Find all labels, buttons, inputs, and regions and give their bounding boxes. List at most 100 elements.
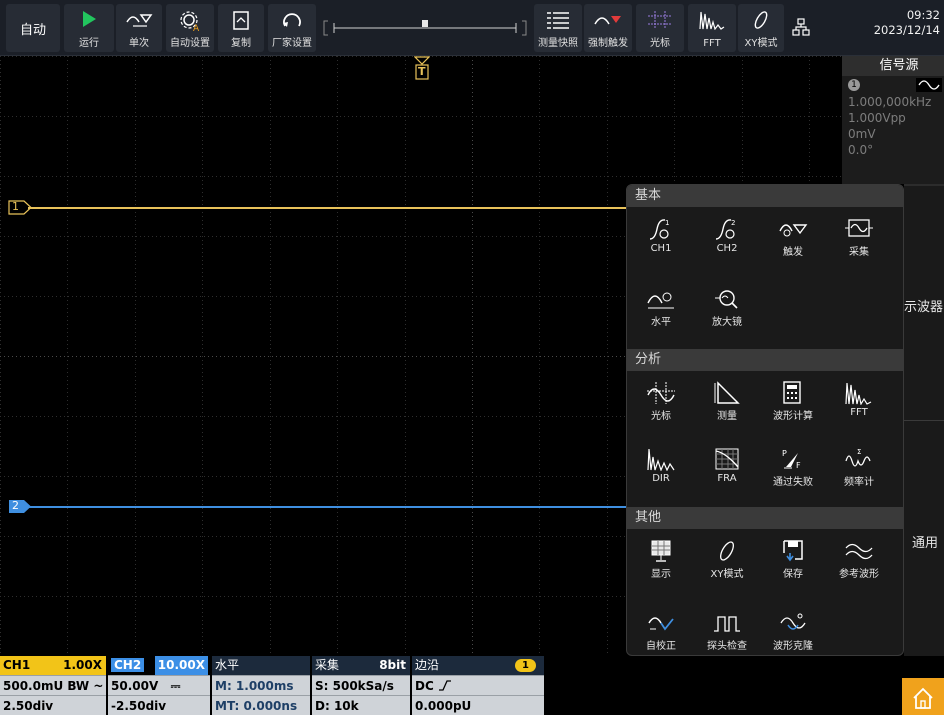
copy-label: 复制 bbox=[231, 38, 251, 49]
menu-label-save: 保存 bbox=[783, 569, 803, 580]
ch2-name: CH2 bbox=[111, 658, 145, 672]
acquire-status[interactable]: 采集 8bit S: 500kSa/s D: 10k bbox=[312, 656, 410, 715]
menu-item-xy[interactable]: XY模式 bbox=[697, 533, 757, 589]
menu-label-horizontal: 水平 bbox=[651, 317, 671, 328]
play-icon bbox=[83, 11, 96, 27]
menu-item-zoom[interactable]: 放大镜 bbox=[697, 281, 757, 337]
menu-item-probe-check[interactable]: 探头检查 bbox=[697, 605, 757, 655]
ch2-scale-row: 50.00V ⎓ bbox=[108, 675, 210, 695]
trigger-marker-label: T bbox=[418, 65, 426, 78]
signal-source-title: 信号源 bbox=[842, 56, 944, 76]
signal-source-panel[interactable]: 信号源 1 1.000,000kHz 1.000Vpp 0mV 0.0° bbox=[842, 56, 944, 184]
measure-icon bbox=[714, 381, 740, 404]
ch2-coupling: ⎓ bbox=[170, 679, 181, 693]
cursor-button[interactable]: 光标 bbox=[636, 4, 684, 52]
menu-item-save[interactable]: 保存 bbox=[763, 533, 823, 589]
svg-text:1: 1 bbox=[665, 219, 669, 227]
side-tab-bar: 示波器 通用 bbox=[904, 184, 944, 668]
menu-item-reference[interactable]: 参考波形 bbox=[829, 533, 889, 589]
acquire-depth: D: 10k bbox=[312, 695, 410, 715]
trigger-coupling-row: DC bbox=[412, 675, 544, 695]
xy-mode-label: XY模式 bbox=[744, 38, 778, 49]
auto-setup-button[interactable]: A 自动设置 bbox=[166, 4, 214, 52]
home-icon bbox=[913, 687, 933, 709]
time-position-bar[interactable] bbox=[322, 18, 528, 38]
menu-item-measure[interactable]: 测量 bbox=[697, 375, 757, 431]
menu-item-fra[interactable]: FRA bbox=[697, 441, 757, 497]
menu-label-reference: 参考波形 bbox=[839, 569, 879, 580]
menu-item-self-cal[interactable]: 自校正 bbox=[631, 605, 691, 655]
acquire-bits: 8bit bbox=[379, 658, 406, 672]
ch1-position: 2.50div bbox=[0, 695, 106, 715]
horizontal-icon bbox=[647, 292, 674, 309]
save-icon bbox=[783, 540, 803, 562]
menu-item-ch1[interactable]: 1 CH1 bbox=[631, 211, 691, 267]
ch1-status[interactable]: CH1 1.00X 500.0mU BW ~ 2.50div bbox=[0, 656, 106, 715]
single-label: 单次 bbox=[129, 38, 149, 49]
ch2-scale: 50.00V bbox=[111, 679, 159, 693]
fft-icon bbox=[699, 11, 725, 30]
menu-item-display[interactable]: 显示 bbox=[631, 533, 691, 589]
menu-item-fft[interactable]: FFT bbox=[829, 375, 889, 431]
single-trigger-icon bbox=[126, 14, 153, 27]
ch2-offset-marker[interactable]: 2 bbox=[8, 499, 32, 514]
horizontal-trig-time: MT: 0.000ns bbox=[212, 695, 310, 715]
ch1-icon: 1 bbox=[649, 219, 669, 240]
single-button[interactable]: 单次 bbox=[116, 4, 162, 52]
run-button[interactable]: 运行 bbox=[64, 4, 114, 52]
menu-item-trigger[interactable]: 触发 bbox=[763, 211, 823, 267]
horizontal-main: M: 1.000ms bbox=[212, 675, 310, 695]
zoom-icon bbox=[715, 290, 738, 309]
fft-button[interactable]: FFT bbox=[688, 4, 736, 52]
menu-label-self-cal: 自校正 bbox=[646, 641, 676, 652]
fft-label: FFT bbox=[703, 38, 721, 49]
menu-label-ch2: CH2 bbox=[716, 243, 738, 254]
copy-button[interactable]: 复制 bbox=[218, 4, 264, 52]
ch2-probe: 10.00X bbox=[154, 656, 208, 675]
menu-label-acquire: 采集 bbox=[849, 247, 869, 258]
menu-label-frequency-counter: 频率计 bbox=[844, 477, 874, 488]
menu-item-frequency-counter[interactable]: Σ 频率计 bbox=[829, 441, 889, 497]
side-tab-oscilloscope[interactable]: 示波器 bbox=[904, 296, 944, 315]
side-tab-general[interactable]: 通用 bbox=[912, 532, 944, 551]
xy-icon bbox=[754, 11, 768, 29]
menu-item-acquire[interactable]: 采集 bbox=[829, 211, 889, 267]
signal-source-phase: 0.0° bbox=[848, 143, 874, 157]
menu-item-pass-fail[interactable]: PF 通过失败 bbox=[763, 441, 823, 497]
menu-item-ch2[interactable]: 2 CH2 bbox=[697, 211, 757, 267]
signal-source-frequency: 1.000,000kHz bbox=[848, 95, 932, 109]
status-bar: CH1 1.00X 500.0mU BW ~ 2.50div CH2 10.00… bbox=[0, 656, 944, 715]
ch1-scale: 500.0mU bbox=[3, 679, 64, 693]
menu-item-wave-clone[interactable]: 波形克隆 bbox=[763, 605, 823, 655]
menu-item-math[interactable]: 波形计算 bbox=[763, 375, 823, 431]
force-trigger-button[interactable]: 强制触发 bbox=[584, 4, 632, 52]
menu-section-basic: 基本 bbox=[627, 185, 903, 207]
ch2-icon: 2 bbox=[715, 219, 735, 240]
menu-label-pass-fail: 通过失败 bbox=[773, 477, 813, 488]
network-icon bbox=[792, 18, 810, 36]
ch1-offset-marker[interactable]: 1 bbox=[8, 200, 32, 215]
menu-label-dir: DIR bbox=[652, 473, 670, 484]
ch2-status[interactable]: CH2 10.00X 50.00V ⎓ -2.50div bbox=[108, 656, 210, 715]
ch1-name: CH1 bbox=[3, 658, 31, 672]
menu-label-display: 显示 bbox=[651, 569, 671, 580]
factory-reset-label: 厂家设置 bbox=[272, 38, 312, 49]
copy-icon bbox=[233, 11, 249, 30]
ch1-marker-label: 1 bbox=[12, 200, 19, 213]
factory-reset-icon bbox=[283, 13, 301, 27]
auto-mode-button[interactable]: 自动 bbox=[6, 4, 60, 52]
menu-item-cursor[interactable]: 光标 bbox=[631, 375, 691, 431]
menu-item-horizontal[interactable]: 水平 bbox=[631, 281, 691, 337]
display-icon bbox=[651, 540, 671, 562]
side-divider-mid bbox=[904, 420, 944, 421]
measure-snapshot-button[interactable]: 测量快照 bbox=[534, 4, 582, 52]
trigger-status[interactable]: 边沿 1 DC 0.000pU bbox=[412, 656, 544, 715]
horizontal-status[interactable]: 水平 M: 1.000ms MT: 0.000ns bbox=[212, 656, 310, 715]
menu-item-dir[interactable]: DIR bbox=[631, 441, 691, 497]
trigger-position-marker[interactable]: T bbox=[413, 56, 431, 86]
ch1-scale-row: 500.0mU BW ~ bbox=[0, 675, 106, 695]
home-button[interactable] bbox=[902, 678, 944, 715]
auto-mode-label: 自动 bbox=[19, 22, 46, 38]
xy-mode-button[interactable]: XY模式 bbox=[738, 4, 784, 52]
factory-reset-button[interactable]: 厂家设置 bbox=[268, 4, 316, 52]
